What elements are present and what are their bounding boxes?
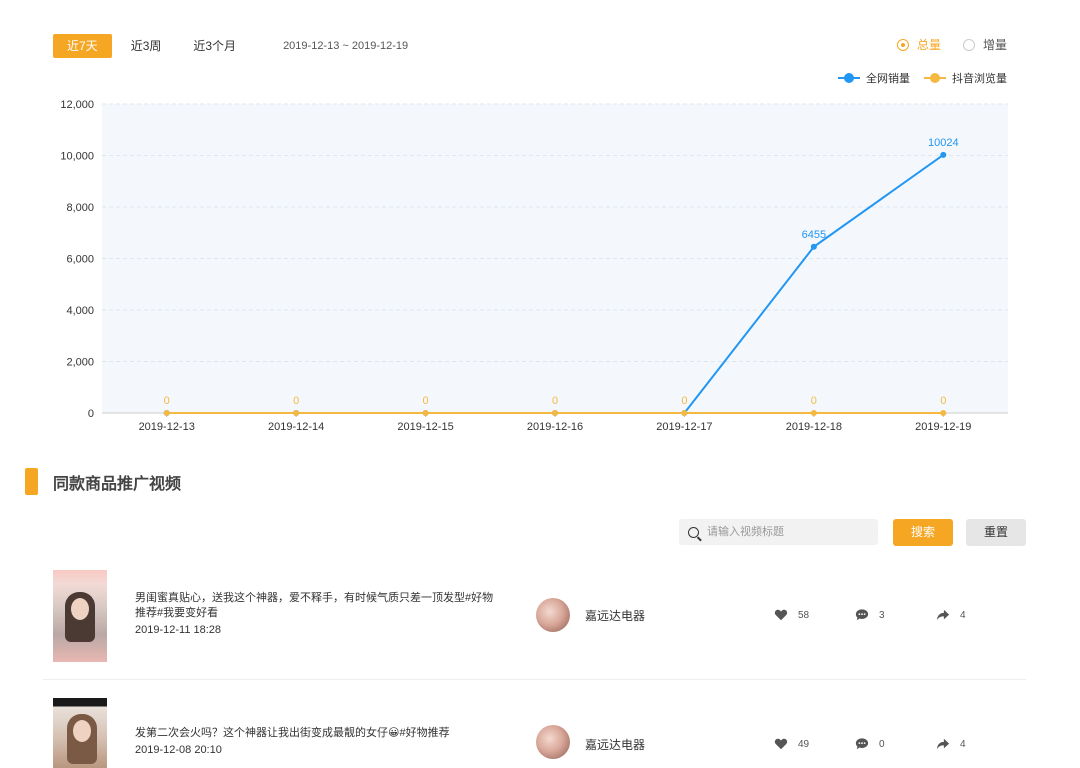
tab-3-weeks[interactable]: 近3周 <box>118 34 175 58</box>
data-label: 0 <box>293 395 299 407</box>
comment-count-value: 3 <box>879 609 885 621</box>
data-label: 0 <box>811 395 817 407</box>
x-tick-label: 2019-12-19 <box>915 421 971 433</box>
radio-total[interactable]: 总量 <box>896 36 941 53</box>
data-label: 0 <box>681 395 687 407</box>
legend-label-views: 抖音浏览量 <box>952 73 1007 85</box>
tab-3-months[interactable]: 近3个月 <box>180 34 249 58</box>
y-tick-label: 12,000 <box>60 99 94 111</box>
like-count: 58 <box>774 608 809 622</box>
metric-radio-group: 总量 增量 <box>896 36 1007 53</box>
section-header: 同款商品推广视频 <box>25 468 181 495</box>
radio-increment[interactable]: 增量 <box>962 36 1007 53</box>
radio-unchecked-icon <box>962 38 975 51</box>
x-tick-label: 2019-12-14 <box>268 421 324 433</box>
section-title: 同款商品推广视频 <box>53 475 182 493</box>
comment-count-value: 0 <box>879 738 885 750</box>
search-icon <box>688 526 699 538</box>
y-tick-label: 2,000 <box>66 357 94 369</box>
author-name[interactable]: 嘉远达电器 <box>585 736 645 753</box>
comment-count: 0 <box>855 737 885 751</box>
data-point <box>940 151 947 158</box>
time-range-tabs: 近7天 近3周 近3个月 2019-12-13 ~ 2019-12-19 <box>53 33 408 59</box>
data-label: 0 <box>940 395 946 407</box>
share-icon <box>936 738 950 750</box>
search-input[interactable] <box>705 525 869 539</box>
share-icon <box>936 609 950 621</box>
thumbnail-face <box>71 598 89 620</box>
legend-item-views[interactable]: 抖音浏览量 <box>924 70 1007 86</box>
heart-icon <box>774 738 788 750</box>
data-label: 10024 <box>928 137 959 149</box>
radio-checked-icon <box>896 38 909 51</box>
data-label: 6455 <box>802 229 826 241</box>
x-tick-label: 2019-12-13 <box>139 421 195 433</box>
data-point <box>681 410 688 416</box>
author-name[interactable]: 嘉远达电器 <box>585 607 645 624</box>
line-chart: 0 2,000 4,000 6,000 8,000 10,000 12,000 2019-12… <box>60 99 1008 433</box>
data-point <box>293 410 300 416</box>
y-tick-label: 0 <box>88 408 94 420</box>
section-accent-bar <box>25 468 38 495</box>
radio-increment-label: 增量 <box>982 38 1007 52</box>
legend-item-sales[interactable]: 全网销量 <box>838 70 910 86</box>
video-row[interactable]: 发第二次会火吗？这个神器让我出街变成最靓的女仔😀#好物推荐 2019-12-08… <box>43 694 1026 768</box>
video-date: 2019-12-08 20:10 <box>135 744 222 756</box>
data-point <box>810 243 817 250</box>
share-count: 4 <box>936 737 966 751</box>
search-button[interactable]: 搜索 <box>893 519 953 546</box>
comment-icon <box>855 738 869 750</box>
data-label: 0 <box>164 395 170 407</box>
thumbnail-face <box>73 720 91 742</box>
reset-button[interactable]: 重置 <box>966 519 1026 546</box>
data-point <box>552 410 558 416</box>
avatar[interactable] <box>536 598 570 632</box>
comment-count: 3 <box>855 608 885 622</box>
like-count-value: 58 <box>798 609 810 621</box>
legend-line-icon <box>924 73 946 83</box>
x-tick-label: 2019-12-18 <box>786 421 842 433</box>
data-label: 0 <box>552 395 558 407</box>
data-point <box>940 410 947 416</box>
share-count-value: 4 <box>960 738 966 750</box>
share-count-value: 4 <box>960 609 966 621</box>
x-tick-label: 2019-12-17 <box>656 421 712 433</box>
data-point <box>422 410 429 416</box>
x-tick-label: 2019-12-16 <box>527 421 583 433</box>
data-label: 0 <box>423 395 429 407</box>
y-tick-label: 6,000 <box>66 254 94 266</box>
y-tick-label: 8,000 <box>66 202 94 214</box>
like-count-value: 49 <box>798 738 810 750</box>
legend-label-sales: 全网销量 <box>866 73 910 85</box>
legend-line-icon <box>838 73 860 83</box>
share-count: 4 <box>936 608 966 622</box>
comment-icon <box>855 609 869 621</box>
like-count: 49 <box>774 737 809 751</box>
data-point <box>163 410 170 416</box>
video-thumbnail[interactable] <box>53 698 107 768</box>
video-title[interactable]: 男闺蜜真贴心，送我这个神器，爱不释手，有时候气质只差一顶发型#好物推荐#我要变好… <box>135 591 495 621</box>
avatar[interactable] <box>536 725 570 759</box>
radio-total-label: 总量 <box>916 38 941 52</box>
heart-icon <box>774 609 788 621</box>
chart-legend: 全网销量 抖音浏览量 <box>838 70 1007 86</box>
video-row[interactable]: 男闺蜜真贴心，送我这个神器，爱不释手，有时候气质只差一顶发型#好物推荐#我要变好… <box>43 565 1026 680</box>
video-date: 2019-12-11 18:28 <box>135 624 222 636</box>
search-box <box>679 519 878 545</box>
y-tick-label: 4,000 <box>66 305 94 317</box>
video-title[interactable]: 发第二次会火吗？这个神器让我出街变成最靓的女仔😀#好物推荐 <box>135 726 495 741</box>
data-point <box>810 410 817 416</box>
date-range-text: 2019-12-13 ~ 2019-12-19 <box>283 40 409 52</box>
tab-7-days[interactable]: 近7天 <box>53 34 112 58</box>
video-thumbnail[interactable] <box>53 570 107 662</box>
x-tick-label: 2019-12-15 <box>397 421 453 433</box>
y-tick-label: 10,000 <box>60 151 94 163</box>
